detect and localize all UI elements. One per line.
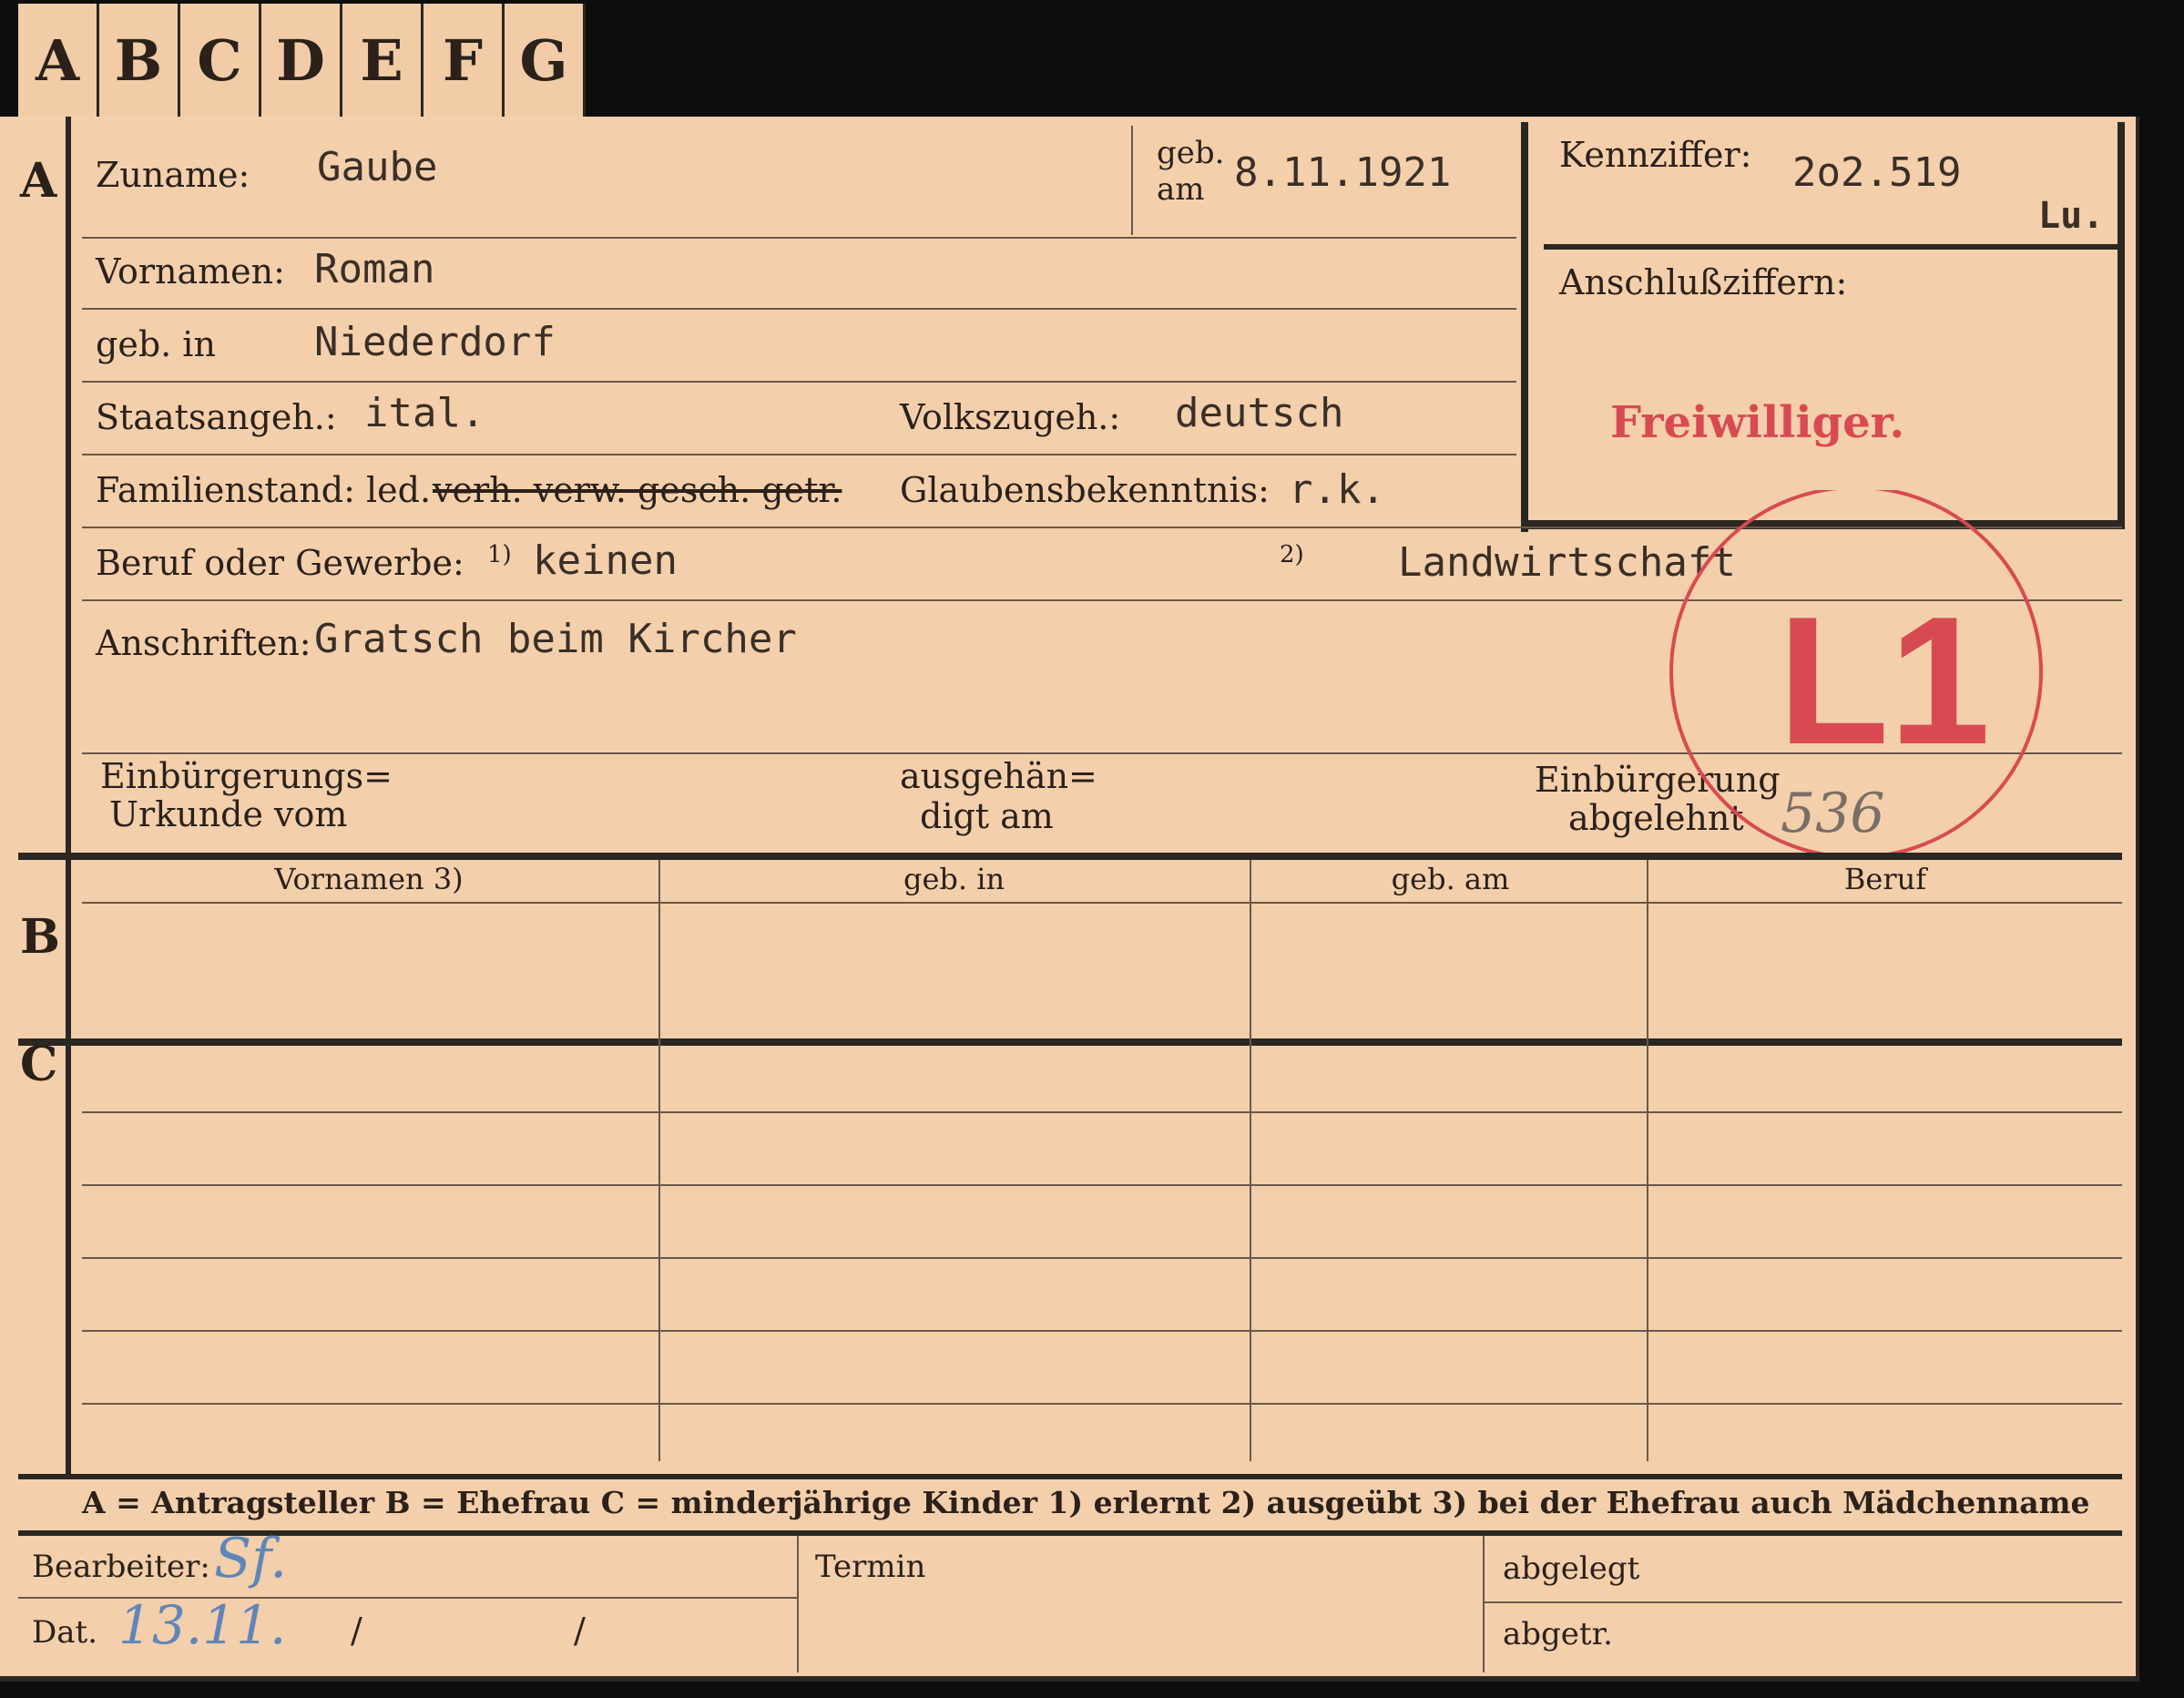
stamp-number: 536: [1781, 782, 1885, 845]
firstname-value: Roman: [314, 246, 435, 292]
ethnicity-value: deutsch: [1175, 390, 1344, 436]
letter-tabs: A B C D E F G: [18, 4, 586, 117]
header-firstnames: Vornamen 3): [274, 862, 464, 896]
surname-label: Zuname:: [96, 155, 250, 195]
birthdate-value: 8.11.1921: [1234, 149, 1452, 196]
legend-bottom-rule: [18, 1530, 2122, 1536]
row-rule-4: [82, 454, 1516, 455]
birthdate-label-am: am: [1157, 171, 1205, 208]
firstname-label: Vornamen:: [96, 251, 285, 292]
date-value: 13.11.: [118, 1594, 287, 1656]
tab-f[interactable]: F: [424, 4, 505, 117]
header-birthdate: geb. am: [1391, 862, 1510, 896]
col-line-1: [658, 860, 660, 1461]
address-label: Anschriften:: [96, 623, 311, 663]
date-slash-2: /: [574, 1611, 586, 1651]
ethnicity-label: Volkszugeh.:: [900, 397, 1121, 437]
c-row-rule-2: [82, 1184, 2122, 1186]
profession-1-value: keinen: [533, 537, 678, 584]
naturalization-doc-label-1: Einbürgerungs=: [100, 756, 393, 796]
editor-signature: Sf.: [214, 1527, 288, 1591]
header-rule: [82, 902, 2122, 904]
id-suffix: Lu.: [2038, 195, 2105, 237]
tab-c[interactable]: C: [180, 4, 261, 117]
tab-d[interactable]: D: [261, 4, 342, 117]
profession-2-mark: 2): [1280, 541, 1304, 568]
tab-b[interactable]: B: [99, 4, 180, 117]
handed-label-2: digt am: [920, 796, 1054, 836]
legend-text: A = Antragsteller B = Ehefrau C = minder…: [82, 1485, 2090, 1520]
id-box-right-rule: [2118, 122, 2125, 529]
footer-right-rule: [1483, 1601, 2122, 1603]
id-box-divider: [1544, 244, 2118, 250]
termin-label: Termin: [815, 1549, 926, 1585]
footer-col-1: [797, 1536, 799, 1672]
address-value: Gratsch beim Kircher: [314, 616, 797, 662]
id-value: 2o2.519: [1792, 149, 1962, 196]
header-profession: Beruf: [1843, 862, 1927, 896]
profession-label: Beruf oder Gewerbe:: [96, 543, 464, 583]
legend-top-rule: [18, 1474, 2122, 1479]
header-birthplace: geb. in: [903, 862, 1005, 896]
marital-struck: verh. verw. gesch. getr.: [433, 470, 842, 510]
citizenship-label: Staatsangeh.:: [96, 397, 337, 437]
birthplace-label: geb. in: [96, 324, 216, 364]
row-rule-1: [82, 237, 1516, 239]
stamp-code: L1: [1778, 579, 1991, 783]
date-label: Dat.: [32, 1614, 98, 1651]
tab-a[interactable]: A: [18, 4, 99, 117]
section-c-top-rule: [18, 1038, 2122, 1046]
volunteer-stamp: Freiwilliger.: [1610, 397, 1905, 448]
filed-label: abgelegt: [1503, 1550, 1640, 1587]
tab-e[interactable]: E: [342, 4, 424, 117]
c-row-rule-3: [82, 1257, 2122, 1259]
marital-label: Familienstand: led.: [96, 470, 432, 510]
c-row-rule-1: [82, 1111, 2122, 1113]
birthdate-divider: [1131, 126, 1133, 235]
c-row-rule-4: [82, 1330, 2122, 1332]
row-rule-2: [82, 308, 1516, 310]
section-b-letter: B: [20, 909, 60, 965]
naturalization-doc-label-2: Urkunde vom: [109, 794, 348, 834]
profession-1-mark: 1): [487, 541, 512, 568]
religion-label: Glaubensbekenntnis:: [900, 470, 1270, 510]
col-line-2: [1250, 860, 1251, 1461]
handed-label-1: ausgehän=: [900, 756, 1097, 796]
birthdate-label-geb: geb.: [1157, 135, 1225, 171]
religion-value: r.k.: [1289, 466, 1385, 513]
section-a-letter: A: [20, 153, 57, 209]
tab-g[interactable]: G: [505, 4, 586, 117]
citizenship-value: ital.: [364, 390, 485, 436]
registration-card: A B C Zuname: Gaube geb. am 8.11.1921 Ke…: [0, 117, 2139, 1682]
section-b-top-rule: [18, 853, 2122, 860]
birthplace-value: Niederdorf: [314, 319, 556, 365]
footer-col-2: [1483, 1536, 1485, 1672]
id-box-left-rule: [1521, 122, 1528, 532]
left-column-rule: [66, 117, 71, 1478]
editor-label: Bearbeiter:: [32, 1549, 210, 1585]
surname-value: Gaube: [317, 144, 438, 190]
connect-label: Anschlußziffern:: [1559, 262, 1848, 302]
c-row-rule-5: [82, 1403, 2122, 1405]
id-label: Kennziffer:: [1559, 135, 1752, 175]
abgetr-label: abgetr.: [1503, 1616, 1613, 1652]
row-rule-3: [82, 381, 1516, 383]
col-line-3: [1647, 860, 1648, 1461]
date-slash-1: /: [351, 1611, 362, 1651]
